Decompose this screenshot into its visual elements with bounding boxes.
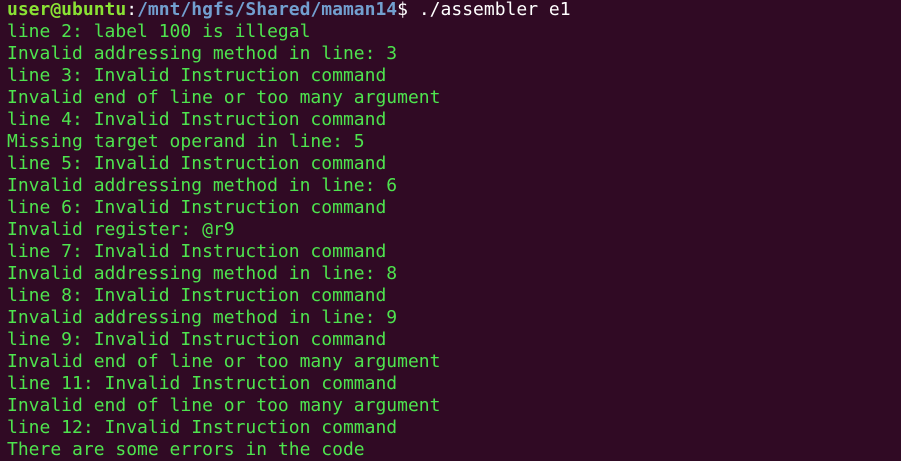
output-line: Invalid end of line or too many argument (7, 351, 441, 372)
output-line: There are some errors in the code (7, 439, 365, 460)
prompt-line: user@ubuntu:/mnt/hgfs/Shared/maman14$ ./… (7, 0, 901, 21)
prompt-path: /mnt/hgfs/Shared/maman14 (137, 0, 398, 20)
output-line: Invalid register: @r9 (7, 219, 235, 240)
output-line: Invalid addressing method in line: 3 (7, 43, 398, 64)
prompt-separator: : (126, 0, 138, 20)
prompt-command: ./assembler e1 (418, 0, 571, 20)
terminal-window[interactable]: user@ubuntu:/mnt/hgfs/Shared/maman14$ ./… (0, 0, 901, 461)
output-line: Invalid addressing method in line: 8 (7, 263, 398, 284)
output-line: Missing target operand in line: 5 (7, 131, 365, 152)
output-line: line 11: Invalid Instruction command (7, 373, 398, 394)
output-line: line 5: Invalid Instruction command (7, 153, 387, 174)
output-line: Invalid addressing method in line: 6 (7, 175, 398, 196)
output-line: line 9: Invalid Instruction command (7, 329, 387, 350)
output-line: line 6: Invalid Instruction command (7, 197, 387, 218)
output-line: line 7: Invalid Instruction command (7, 241, 387, 262)
output-line: Invalid end of line or too many argument (7, 87, 441, 108)
prompt-symbol: $ (397, 0, 419, 20)
output-line: line 8: Invalid Instruction command (7, 285, 387, 306)
output-line: line 2: label 100 is illegal (7, 21, 311, 42)
output-line: Invalid end of line or too many argument (7, 395, 441, 416)
output-line: Invalid addressing method in line: 9 (7, 307, 398, 328)
prompt-user-host: user@ubuntu (7, 0, 127, 20)
output-line: line 3: Invalid Instruction command (7, 65, 387, 86)
output-line: line 12: Invalid Instruction command (7, 417, 398, 438)
output-line: line 4: Invalid Instruction command (7, 109, 387, 130)
terminal-content: user@ubuntu:/mnt/hgfs/Shared/maman14$ ./… (7, 0, 901, 461)
